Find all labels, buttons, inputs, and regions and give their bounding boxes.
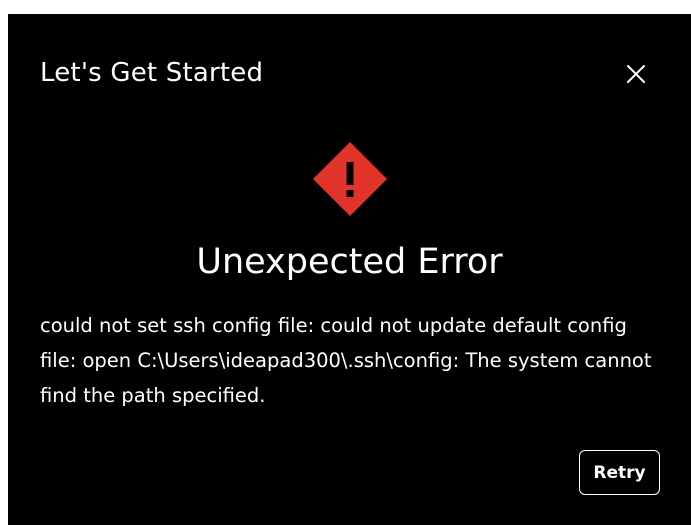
close-button[interactable] (620, 58, 652, 90)
dialog-title: Let's Get Started (40, 58, 264, 88)
error-message: could not set ssh config file: could not… (40, 314, 652, 407)
retry-button[interactable]: Retry (579, 450, 660, 495)
warning-diamond-icon (313, 142, 387, 216)
error-dialog: Let's Get Started Unexpected Error could… (8, 14, 691, 525)
error-heading: Unexpected Error (196, 242, 503, 282)
close-icon (627, 65, 645, 83)
